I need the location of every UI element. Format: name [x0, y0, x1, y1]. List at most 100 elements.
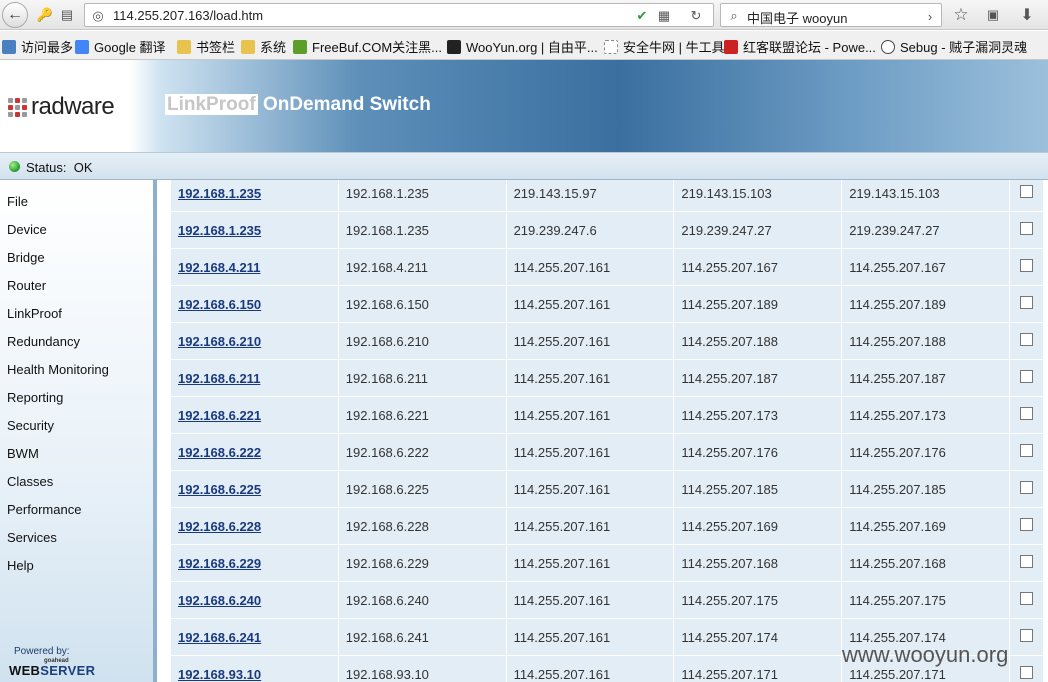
table-cell: [1009, 180, 1044, 212]
bookmark-item[interactable]: 访问最多: [2, 37, 73, 56]
row-checkbox[interactable]: [1020, 481, 1033, 494]
sidebar-item-security[interactable]: Security: [7, 418, 54, 433]
sidebar-item-help[interactable]: Help: [7, 558, 34, 573]
ip-link[interactable]: 192.168.6.228: [178, 519, 261, 534]
table-cell: [1009, 396, 1044, 434]
status-led-icon: [9, 161, 20, 172]
row-checkbox[interactable]: [1020, 333, 1033, 346]
table-cell: 114.255.207.175: [673, 581, 843, 619]
table-cell: [1009, 655, 1044, 682]
powered-by-label: Powered by:: [14, 646, 70, 657]
table-cell: [1009, 211, 1044, 249]
row-checkbox[interactable]: [1020, 407, 1033, 420]
ip-link[interactable]: 192.168.4.211: [178, 260, 260, 275]
ip-link[interactable]: 192.168.6.211: [178, 371, 260, 386]
search-go-icon[interactable]: ›: [921, 7, 939, 25]
sidebar-item-performance[interactable]: Performance: [7, 502, 81, 517]
sidebar-item-classes[interactable]: Classes: [7, 474, 53, 489]
bookmark-star-icon[interactable]: ☆: [952, 5, 970, 24]
table-cell: 114.255.207.161: [505, 507, 675, 545]
table-cell: 192.168.6.240: [170, 581, 339, 619]
sidebar-item-file[interactable]: File: [7, 194, 28, 209]
row-checkbox[interactable]: [1020, 259, 1033, 272]
ip-link[interactable]: 192.168.6.221: [178, 408, 261, 423]
row-checkbox[interactable]: [1020, 555, 1033, 568]
download-icon[interactable]: ⬇: [1018, 6, 1036, 24]
ip-link[interactable]: 192.168.1.235: [178, 186, 261, 201]
webserver-server: SERVER: [40, 663, 96, 678]
ip-link[interactable]: 192.168.6.150: [178, 297, 261, 312]
sidebar-item-bwm[interactable]: BWM: [7, 446, 39, 461]
sidebar-item-router[interactable]: Router: [7, 278, 46, 293]
bookmark-item[interactable]: 红客联盟论坛 - Powe...: [724, 37, 876, 56]
wooyun-icon: [447, 39, 461, 54]
bookmark-item[interactable]: Sebug - 贼子漏洞灵魂: [881, 37, 1027, 56]
search-box[interactable]: ⌕ 中国电子 wooyun ›: [720, 3, 942, 27]
row-checkbox[interactable]: [1020, 518, 1033, 531]
row-checkbox[interactable]: [1020, 370, 1033, 383]
table-cell: [1009, 322, 1044, 360]
ip-link[interactable]: 192.168.1.235: [178, 223, 261, 238]
sidebar-item-device[interactable]: Device: [7, 222, 47, 237]
sidebar-item-reporting[interactable]: Reporting: [7, 390, 63, 405]
table-cell: 192.168.6.229: [337, 544, 507, 582]
back-button[interactable]: ←: [2, 2, 28, 28]
page-icon[interactable]: ▤: [58, 6, 76, 24]
sidebar-item-bridge[interactable]: Bridge: [7, 250, 45, 265]
table-cell: 114.255.207.161: [505, 433, 675, 471]
url-text: 114.255.207.163/load.htm: [113, 8, 264, 23]
address-bar[interactable]: ◎ 114.255.207.163/load.htm ✔ ▦ ↻: [84, 3, 714, 27]
ip-link[interactable]: 192.168.6.229: [178, 556, 261, 571]
webserver-web: WEB: [9, 663, 41, 678]
table-cell: 192.168.6.150: [337, 285, 507, 323]
bookmark-item[interactable]: Google 翻译: [75, 37, 166, 56]
sidebar-item-services[interactable]: Services: [7, 530, 57, 545]
bookmark-label: Google 翻译: [94, 40, 166, 55]
ip-link[interactable]: 192.168.6.225: [178, 482, 261, 497]
folder-icon: [241, 39, 255, 54]
table-cell: 114.255.207.161: [505, 285, 675, 323]
row-checkbox[interactable]: [1020, 592, 1033, 605]
ip-link[interactable]: 192.168.6.210: [178, 334, 261, 349]
table-cell: 192.168.6.228: [337, 507, 507, 545]
table-cell: 114.255.207.169: [673, 507, 843, 545]
ip-link[interactable]: 192.168.93.10: [178, 667, 261, 682]
bookmark-item[interactable]: WooYun.org | 自由平...: [447, 37, 598, 56]
table-cell: 114.255.207.168: [673, 544, 843, 582]
ip-link[interactable]: 192.168.6.222: [178, 445, 261, 460]
row-checkbox[interactable]: [1020, 629, 1033, 642]
honker-icon: [724, 39, 738, 54]
row-checkbox[interactable]: [1020, 222, 1033, 235]
ip-link[interactable]: 192.168.6.240: [178, 593, 261, 608]
bookmark-label: 系统: [260, 40, 287, 55]
bookmark-item[interactable]: 安全牛网 | 牛工具: [604, 37, 725, 56]
sebug-icon: [881, 39, 895, 54]
product-title: LinkProof OnDemand Switch: [165, 94, 431, 116]
table-cell: 219.143.15.103: [841, 180, 1010, 212]
bookmark-item[interactable]: FreeBuf.COM关注黑...: [293, 37, 442, 56]
product-title-rest: OnDemand Switch: [257, 94, 431, 115]
sidebar-item-redundancy[interactable]: Redundancy: [7, 334, 80, 349]
table-cell: 114.255.207.188: [841, 322, 1010, 360]
key-icon[interactable]: 🔑: [36, 6, 54, 24]
library-icon[interactable]: ▣: [984, 6, 1002, 24]
table-cell: 114.255.207.167: [841, 248, 1010, 286]
shield-icon[interactable]: ✔: [633, 7, 651, 25]
folder-icon: [177, 39, 191, 54]
row-checkbox[interactable]: [1020, 444, 1033, 457]
sidebar-item-linkproof[interactable]: LinkProof: [7, 306, 62, 321]
sidebar-item-health-monitoring[interactable]: Health Monitoring: [7, 362, 109, 377]
ip-link[interactable]: 192.168.6.241: [178, 630, 261, 645]
bookmark-item[interactable]: 系统: [241, 37, 286, 56]
table-cell: [1009, 544, 1044, 582]
bookmark-item[interactable]: 书签栏: [177, 37, 235, 56]
search-icon: ⌕: [730, 8, 738, 23]
reload-icon[interactable]: ↻: [687, 7, 705, 25]
table-cell: 114.255.207.173: [673, 396, 843, 434]
row-checkbox[interactable]: [1020, 666, 1033, 679]
table-cell: 192.168.6.222: [337, 433, 507, 471]
row-checkbox[interactable]: [1020, 296, 1033, 309]
table-cell: [1009, 470, 1044, 508]
row-checkbox[interactable]: [1020, 185, 1033, 198]
qr-code-icon[interactable]: ▦: [655, 7, 673, 25]
